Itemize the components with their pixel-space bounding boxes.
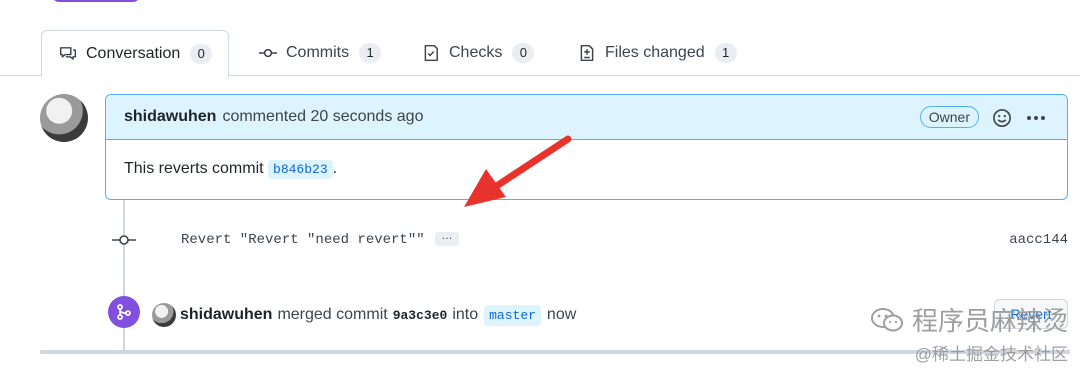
merge-description: shidawuhen merged commit 9a3c3e0 into ma… — [152, 303, 576, 327]
watermark-source: @稀土掘金技术社区 — [914, 345, 1068, 364]
comment-timestamp[interactable]: commented 20 seconds ago — [222, 108, 423, 126]
watermark: 程序员麻辣烫 @稀土掘金技术社区 — [870, 301, 1068, 365]
comment-text: This reverts commit — [124, 160, 264, 177]
avatar[interactable] — [152, 303, 176, 327]
wechat-icon — [870, 307, 904, 333]
git-merge-icon — [108, 296, 140, 328]
label-pill — [52, 0, 140, 2]
tab-files-changed[interactable]: Files changed 1 — [577, 30, 737, 76]
comment-box: shidawuhen commented 20 seconds ago Owne… — [105, 94, 1068, 200]
merge-author[interactable]: shidawuhen — [180, 306, 272, 324]
branch-name[interactable]: master — [484, 304, 541, 326]
comment-header: shidawuhen commented 20 seconds ago Owne… — [106, 95, 1067, 140]
tab-count: 0 — [512, 43, 535, 63]
merge-commit-sha[interactable]: 9a3c3e0 — [393, 308, 448, 323]
tab-label: Files changed — [605, 44, 705, 61]
git-commit-icon — [112, 232, 136, 253]
tab-label: Checks — [449, 44, 503, 61]
tab-checks[interactable]: Checks 0 — [421, 30, 535, 76]
commit-sha[interactable]: aacc144 — [1009, 232, 1068, 248]
comment-body: This reverts commit b846b23. — [106, 140, 1067, 198]
tab-conversation[interactable]: Conversation 0 — [41, 30, 230, 77]
merge-text-into: into — [452, 306, 479, 323]
comment-discussion-icon — [58, 44, 78, 64]
merge-timestamp[interactable]: now — [547, 306, 576, 324]
avatar[interactable] — [40, 94, 88, 142]
checklist-icon — [421, 43, 441, 63]
file-diff-icon — [577, 43, 597, 63]
watermark-title: 程序员麻辣烫 — [911, 306, 1068, 336]
tab-count: 1 — [714, 43, 737, 63]
annotation-arrow — [464, 135, 572, 207]
timeline-commit: Revert "Revert "need revert"" … aacc144 — [112, 228, 1068, 254]
kebab-horizontal-icon[interactable] — [1025, 107, 1047, 129]
tab-count: 0 — [190, 43, 213, 64]
tab-commits[interactable]: Commits 1 — [258, 30, 382, 76]
owner-badge: Owner — [919, 106, 979, 128]
commit-link[interactable]: b846b23 — [268, 160, 333, 179]
merge-text-merged: merged commit — [277, 306, 388, 323]
commit-message[interactable]: Revert "Revert "need revert"" — [181, 232, 425, 248]
pr-tabs: Conversation 0 Commits 1 Checks 0 Files … — [0, 30, 1080, 77]
tab-label: Conversation — [86, 44, 181, 62]
smiley-icon[interactable] — [991, 107, 1013, 129]
comment-author[interactable]: shidawuhen — [124, 108, 216, 126]
tab-label: Commits — [286, 44, 350, 61]
comment-text-end: . — [332, 160, 338, 177]
expand-ellipsis-button[interactable]: … — [435, 231, 459, 246]
git-commit-icon — [258, 43, 278, 63]
tab-count: 1 — [359, 43, 382, 63]
